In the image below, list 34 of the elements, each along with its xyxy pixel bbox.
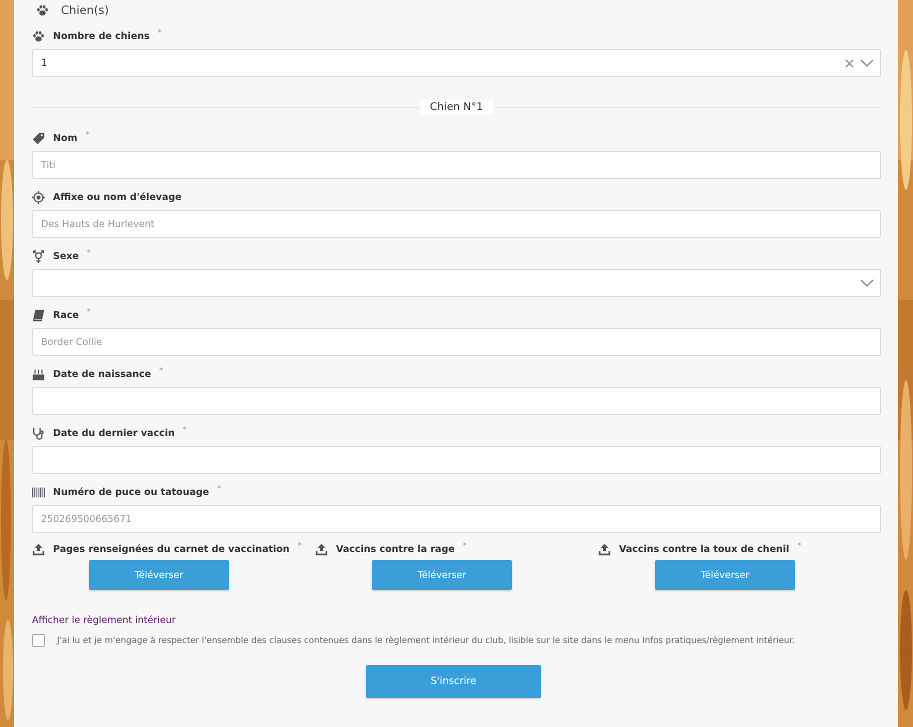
field-label: Nombre de chiens bbox=[53, 30, 150, 42]
input-field[interactable]: Titi bbox=[32, 151, 881, 179]
dog-number-heading: Chien N°1 bbox=[420, 100, 494, 114]
field-label: Sexe bbox=[53, 250, 79, 262]
field-label: Date du dernier vaccin bbox=[53, 428, 175, 438]
field-label: Numéro de puce ou tatouage bbox=[53, 486, 210, 498]
upload-label: Vaccins contre la rage bbox=[336, 544, 455, 554]
field-label: Affixe ou nom d'élevage bbox=[53, 192, 182, 202]
dog-count-select[interactable]: 1 bbox=[32, 49, 881, 77]
upload-button[interactable]: Téléverser bbox=[655, 560, 795, 590]
required-mark: * bbox=[217, 484, 222, 493]
upload-label: Pages renseignées du carnet de vaccination bbox=[53, 544, 290, 554]
section-title: Chien(s) bbox=[61, 3, 109, 17]
field-label: Date de naissance bbox=[53, 368, 152, 380]
input-field[interactable]: Des Hauts de Hurlevent bbox=[32, 210, 881, 238]
required-mark: * bbox=[797, 541, 802, 550]
submit-button[interactable]: S'inscrire bbox=[366, 665, 541, 698]
input-field[interactable]: Border Collie bbox=[32, 328, 881, 356]
rules-link[interactable]: Afficher le règlement intérieur bbox=[32, 615, 176, 626]
required-mark: * bbox=[86, 307, 91, 316]
required-mark: * bbox=[85, 130, 90, 139]
required-mark: * bbox=[158, 28, 162, 37]
required-mark: * bbox=[462, 541, 467, 550]
required-mark: * bbox=[86, 248, 91, 257]
field-label: Race bbox=[53, 310, 79, 320]
upload-label: Vaccins contre la toux de chenil bbox=[619, 544, 790, 554]
required-mark: * bbox=[182, 425, 187, 434]
field-label: Nom bbox=[53, 132, 78, 144]
required-mark: * bbox=[159, 366, 164, 375]
input-field[interactable]: 250269500665671 bbox=[32, 505, 881, 533]
required-mark: * bbox=[298, 541, 302, 550]
upload-button[interactable]: Téléverser bbox=[372, 560, 512, 590]
agreement-text: J'ai lu et je m'engage à respecter l'ensemble des clauses contenues dans le règlement intérieur du club, lisible sur le site dans le menu Infos pratiques/règlement intérieur. bbox=[57, 636, 795, 646]
upload-button[interactable]: Téléverser bbox=[89, 560, 229, 590]
